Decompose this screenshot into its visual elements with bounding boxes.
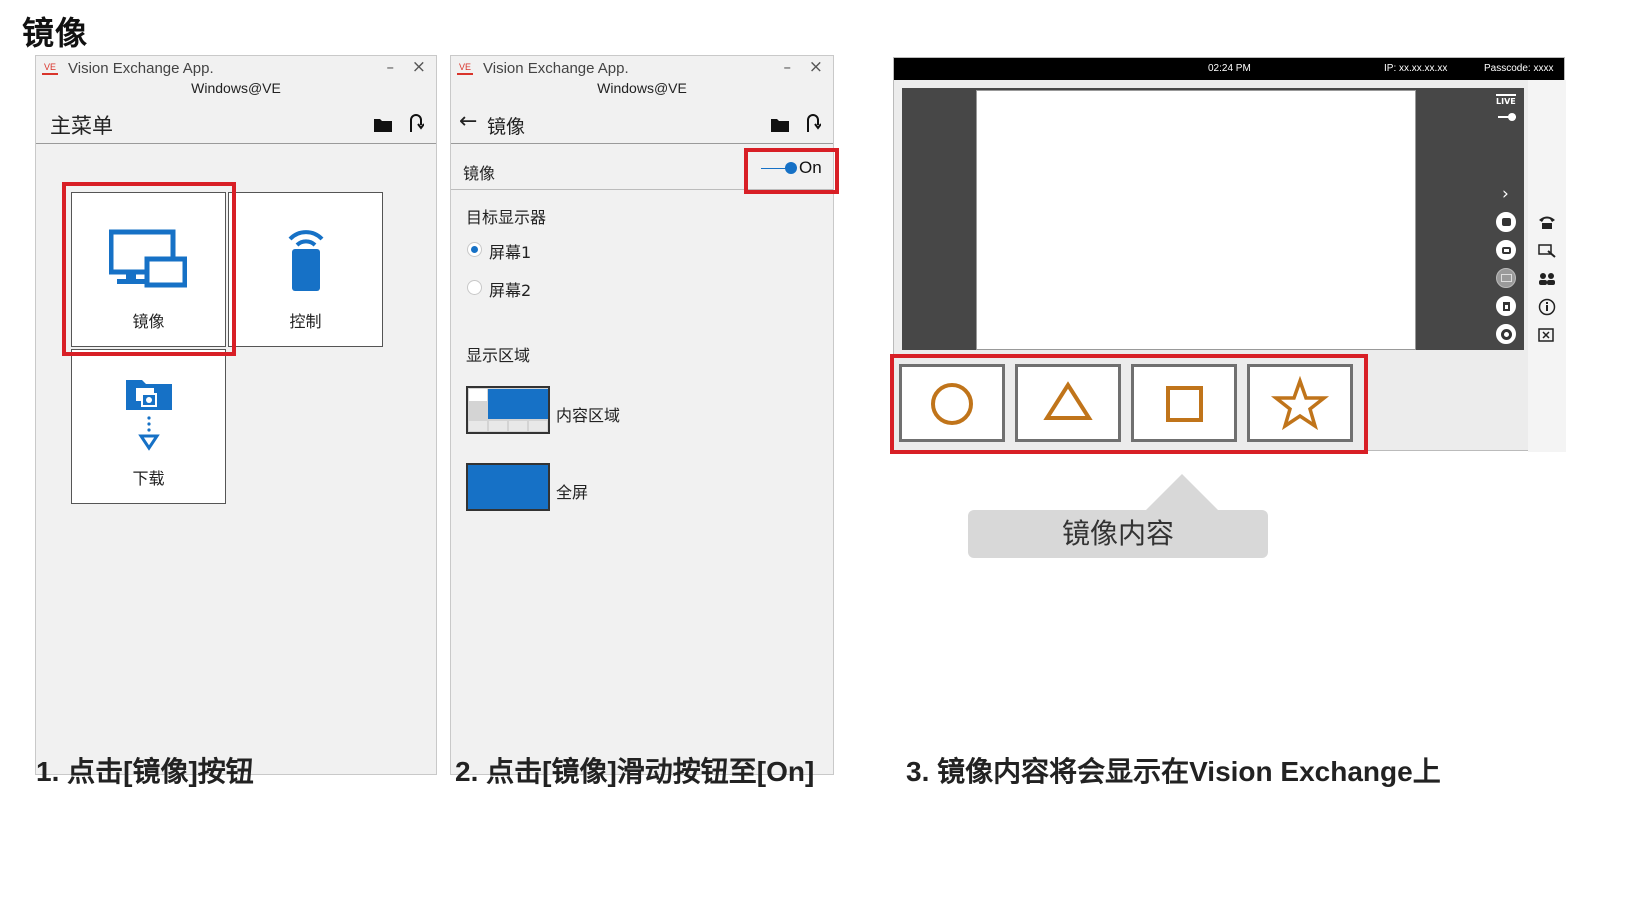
control-tile[interactable]: 控制 [228,192,383,347]
highlight-frame-toggle [744,148,839,194]
step2-caption: 2. 点击[镜像]滑动按钮至[On] [455,756,815,787]
fullscreen-label: 全屏 [556,483,589,502]
content-area-label: 内容区域 [556,406,621,425]
reconnect-icon[interactable] [805,114,821,134]
info-icon[interactable] [1538,298,1556,316]
app-logo: VE [42,61,58,75]
download-tile[interactable]: 下载 [71,349,226,504]
close-box-icon[interactable] [1538,328,1554,342]
window-title: Vision Exchange App. [68,60,214,77]
window-header: ← 镜像 [451,104,833,144]
control-tile-label: 控制 [289,312,322,331]
mirror-row-label: 镜像 [463,164,496,183]
mirror-content-callout: 镜像内容 [968,510,1268,558]
content-area-thumbnail[interactable] [466,386,550,434]
display-area-label: 显示区域 [466,346,531,365]
folder-icon[interactable] [374,118,392,132]
app-window-main-menu: VE Vision Exchange App. – × Windows@VE 主… [35,55,437,775]
display-ip: IP: xx.xx.xx.xx [1384,63,1448,74]
window-titlebar: VE Vision Exchange App. – × [451,56,833,82]
reconnect-icon[interactable] [408,114,424,134]
window-header: 主菜单 [36,104,436,144]
minimize-button[interactable]: – [784,58,792,76]
image-icon[interactable] [1496,268,1516,288]
window-titlebar: VE Vision Exchange App. – × [36,56,436,82]
screen2-label: 屏幕2 [489,281,532,300]
header-title: 镜像 [487,116,526,138]
minimize-button[interactable]: – [387,58,395,76]
highlight-frame-content [890,354,1368,454]
window-subtitle: Windows@VE [597,80,687,96]
header-title: 主菜单 [50,114,113,138]
back-arrow-icon[interactable]: ← [459,109,477,134]
chat-icon[interactable] [1496,212,1516,232]
phone-icon[interactable] [1538,214,1556,230]
window-subtitle: Windows@VE [191,80,281,96]
download-tile-label: 下载 [132,469,165,488]
display-passcode: Passcode: xxxx [1484,63,1554,74]
chevron-right-icon[interactable]: › [1502,184,1509,204]
target-display-label: 目标显示器 [466,208,547,227]
display-status-bar: 02:24 PM IP: xx.xx.xx.xx Passcode: xxxx [894,58,1564,80]
screen1-radio[interactable] [467,242,482,257]
display-time: 02:24 PM [1208,63,1251,74]
live-icon[interactable]: LIVE [1496,94,1516,106]
screen-select-icon[interactable] [1538,244,1556,258]
step1-caption: 1. 点击[镜像]按钮 [36,756,254,787]
close-button[interactable]: × [412,57,426,77]
camera-share-icon[interactable] [1496,240,1516,260]
app-logo: VE [457,61,473,75]
folder-icon[interactable] [771,118,789,132]
mirrored-content-area [976,90,1416,350]
window-title: Vision Exchange App. [483,60,629,77]
fullscreen-thumbnail[interactable] [466,463,550,511]
step3-caption: 3. 镜像内容将会显示在Vision Exchange上 [906,756,1441,787]
remote-control-icon [288,230,324,291]
close-button[interactable]: × [809,57,823,77]
lifebuoy-icon[interactable] [1496,324,1516,344]
screen1-label: 屏幕1 [489,243,532,262]
highlight-frame-mirror [62,182,236,356]
callout-pointer [1144,474,1220,512]
trash-icon[interactable] [1496,296,1516,316]
download-folder-icon [126,380,172,451]
app-window-mirror: VE Vision Exchange App. – × Windows@VE ←… [450,55,839,775]
screen2-radio[interactable] [467,280,482,295]
display-side-panel [1528,80,1566,452]
users-icon[interactable] [1538,272,1556,286]
page-title: 镜像 [22,14,89,52]
